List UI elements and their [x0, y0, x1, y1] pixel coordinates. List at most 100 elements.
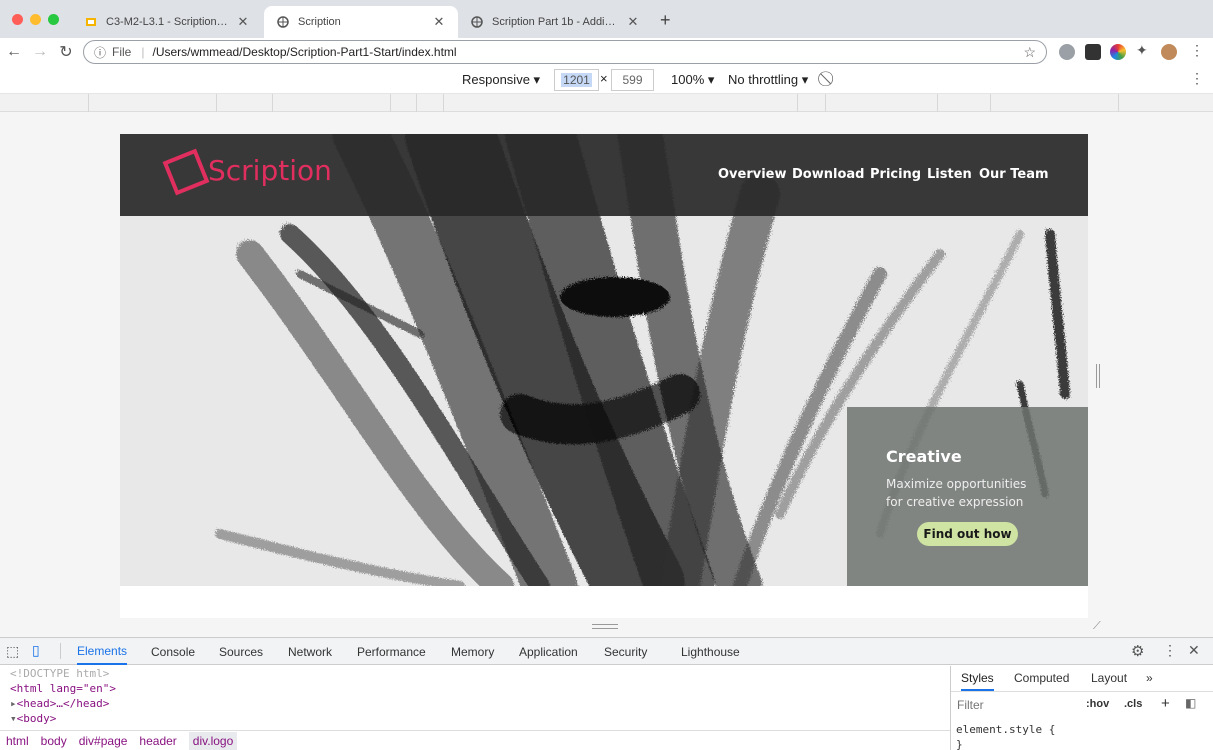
nav-listen[interactable]: Listen [927, 167, 972, 182]
nav-download[interactable]: Download [792, 167, 864, 182]
extension-icon[interactable] [1059, 44, 1075, 60]
color-extension-icon[interactable] [1110, 44, 1126, 60]
crumb-body[interactable]: body [41, 734, 67, 748]
height-value: 599 [622, 73, 643, 87]
nav-our-team[interactable]: Our Team [979, 167, 1049, 182]
minimize-window-icon[interactable] [30, 14, 41, 25]
bookmark-star-icon[interactable]: ☆ [1023, 44, 1036, 61]
maximize-window-icon[interactable] [48, 14, 59, 25]
dom-body: <body> [16, 712, 57, 725]
slides-icon [84, 15, 98, 29]
globe-icon [470, 15, 484, 29]
tab-network[interactable]: Network [288, 638, 332, 665]
tab-security[interactable]: Security [604, 638, 647, 665]
media-query-ruler[interactable] [0, 94, 1213, 112]
width-input[interactable]: 1201 [554, 69, 599, 91]
resize-handle-right[interactable] [1096, 364, 1100, 388]
info-icon[interactable]: ⓘ [94, 44, 106, 61]
breadcrumb: html body div#page header div.logo [0, 730, 950, 750]
hov-toggle[interactable]: :hov [1086, 698, 1109, 710]
tab-sources[interactable]: Sources [219, 638, 263, 665]
tab-computed[interactable]: Computed [1014, 671, 1069, 685]
forward-icon[interactable]: → [28, 38, 52, 66]
styles-filter-input[interactable] [957, 696, 1077, 714]
settings-gear-icon[interactable]: ⚙ [1131, 642, 1144, 660]
close-tab-icon[interactable]: ✕ [626, 14, 640, 30]
menu-kebab-icon[interactable]: ⋮ [1190, 42, 1204, 59]
throttling-select[interactable]: No throttling ▾ [728, 72, 808, 88]
reload-icon[interactable]: ↻ [54, 38, 78, 66]
avatar[interactable] [1161, 44, 1177, 60]
device-mode-select[interactable]: Responsive ▾ [462, 72, 540, 88]
nav-pricing[interactable]: Pricing [870, 167, 921, 182]
device-mode-label: Responsive [462, 72, 530, 87]
site-header: Scription Overview Download Pricing List… [120, 134, 1088, 216]
dom-body-row[interactable]: ▾<body> [10, 711, 950, 726]
element-style-close: } [956, 738, 963, 750]
dom-doctype[interactable]: <!DOCTYPE html> [10, 666, 950, 681]
throttling-label: No throttling [728, 72, 799, 87]
tab-styles[interactable]: Styles [961, 671, 994, 691]
tab-title: Scription Part 1b - Adding CSS [492, 16, 620, 28]
resize-handle-bottom[interactable] [592, 624, 618, 629]
promo-text: Maximize opportunities for creative expr… [886, 477, 1027, 509]
close-tab-icon[interactable]: ✕ [236, 14, 250, 30]
tab-layout[interactable]: Layout [1091, 671, 1127, 685]
inspect-element-icon[interactable]: ⬚ [6, 643, 19, 660]
promo-panel: Creative Maximize opportunities for crea… [847, 407, 1088, 586]
tab-performance[interactable]: Performance [357, 638, 426, 665]
tab-title: Scription [298, 16, 341, 28]
times-sign: × [600, 71, 608, 86]
find-out-how-button[interactable]: Find out how [917, 522, 1018, 546]
tab-elements[interactable]: Elements [77, 638, 128, 665]
promo-heading: Creative [886, 447, 962, 466]
expand-arrow-icon[interactable]: ▸ [10, 697, 17, 710]
tab-strip: C3-M2-L3.1 - Scription Site - / ✕ Script… [0, 0, 1213, 38]
close-tab-icon[interactable]: ✕ [432, 14, 446, 30]
close-window-icon[interactable] [12, 14, 23, 25]
nav-overview[interactable]: Overview [718, 167, 787, 182]
new-style-rule-icon[interactable]: + [1161, 695, 1170, 712]
device-toggle-icon[interactable]: ▯ [32, 642, 40, 659]
tab-memory[interactable]: Memory [451, 638, 494, 665]
width-value: 1201 [561, 73, 592, 87]
extension-icon[interactable] [1085, 44, 1101, 60]
cls-toggle[interactable]: .cls [1124, 698, 1142, 710]
site-logo[interactable]: Scription [208, 154, 332, 187]
tab-scription-part1b[interactable]: Scription Part 1b - Adding CSS ✕ [458, 6, 652, 38]
logo-square-icon[interactable] [160, 148, 210, 200]
puzzle-icon[interactable]: ✦ [1136, 42, 1148, 59]
zoom-select[interactable]: 100% ▾ [671, 72, 714, 88]
element-style-rule[interactable]: element.style { } [956, 722, 1055, 750]
separator: | [141, 45, 145, 59]
new-tab-button[interactable]: + [660, 10, 671, 31]
dom-head-row[interactable]: ▸<head>…</head> [10, 696, 950, 711]
tab-lighthouse[interactable]: Lighthouse [681, 638, 740, 665]
tab-application[interactable]: Application [519, 638, 578, 665]
more-tabs-icon[interactable]: » [1146, 671, 1153, 685]
device-menu-icon[interactable]: ⋮ [1190, 70, 1204, 87]
address-bar[interactable]: ⓘ File | /Users/wmmead/Desktop/Scription… [83, 40, 1047, 64]
tab-console[interactable]: Console [151, 638, 195, 665]
devtools-menu-icon[interactable]: ⋮ [1163, 642, 1177, 659]
devtools-panel: ⬚ ▯ Elements Console Sources Network Per… [0, 637, 1213, 750]
crumb-div-page[interactable]: div#page [79, 734, 128, 748]
rendered-page: Scription Overview Download Pricing List… [120, 134, 1088, 618]
tab-scription[interactable]: Scription ✕ [264, 6, 458, 38]
resize-corner-icon[interactable]: ⟋ [1093, 620, 1101, 633]
dom-tree: <!DOCTYPE html> <html lang="en"> ▸<head>… [0, 666, 950, 730]
zoom-label: 100% [671, 72, 705, 87]
divider [60, 643, 61, 659]
crumb-div-logo[interactable]: div.logo [188, 732, 238, 750]
back-icon[interactable]: ← [2, 38, 26, 66]
crumb-html[interactable]: html [6, 734, 29, 748]
tab-c3-m2[interactable]: C3-M2-L3.1 - Scription Site - / ✕ [72, 6, 262, 38]
dom-html[interactable]: <html lang="en"> [10, 681, 950, 696]
crumb-header[interactable]: header [139, 734, 176, 748]
toggle-sidebar-icon[interactable]: ◧ [1185, 696, 1196, 710]
element-style-selector: element.style { [956, 723, 1056, 736]
close-devtools-icon[interactable]: ✕ [1188, 642, 1200, 659]
height-input[interactable]: 599 [611, 69, 654, 91]
globe-icon [276, 15, 290, 29]
collapse-arrow-icon[interactable]: ▾ [10, 712, 17, 725]
